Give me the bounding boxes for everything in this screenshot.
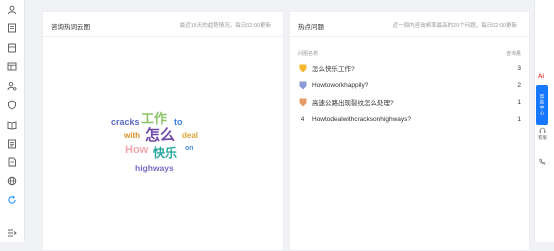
customer-service-label: 客服 (538, 135, 547, 140)
shield-icon[interactable] (7, 100, 17, 110)
question-text: 高速公路出现裂纹怎么处理? (312, 100, 394, 107)
cloud-word: with (124, 131, 140, 140)
bronze-medal-icon (298, 98, 307, 107)
cloud-word: 怎么 (145, 127, 176, 144)
gold-medal-icon (298, 64, 307, 73)
left-sidebar (0, 0, 25, 242)
user-settings-icon[interactable] (7, 81, 17, 91)
hot-questions-title: 热点问题 (298, 24, 324, 31)
column-header-question: 问题名称 (298, 51, 319, 57)
headset-icon (539, 127, 546, 133)
cloud-word: How (125, 144, 149, 156)
hot-questions-card: 热点问题 近一周内咨询频率最高的20个问题，每日02:00更新 问题名称 咨询量… (289, 11, 530, 251)
refresh-icon[interactable] (7, 195, 17, 205)
cloud-word: highways (135, 163, 174, 173)
cloud-word: deal (182, 131, 199, 140)
table-row[interactable]: 4 Howtodealwithcracksonhighways? 1 (298, 113, 521, 125)
wordcloud-title: 咨询热词云图 (51, 24, 90, 31)
hot-questions-subtitle: 近一周内咨询频率最高的20个问题，每日02:00更新 (392, 23, 517, 29)
table-row[interactable]: Howtoworkhappily? 2 (298, 79, 521, 91)
wordcloud-subtitle: 最近15天的趋势情况，每日02:00更新 (179, 23, 271, 29)
help-center-button[interactable]: 帮助中心 (536, 85, 548, 125)
card-divider (43, 36, 283, 37)
table-row[interactable]: 高速公路出现裂纹怎么处理? 1 (298, 96, 521, 108)
rank-number: 4 (300, 115, 305, 123)
list-icon[interactable] (7, 139, 17, 149)
cloud-word: to (174, 117, 183, 127)
question-count: 1 (517, 98, 521, 106)
calendar-icon[interactable] (7, 61, 17, 71)
cloud-word: 工作 (141, 111, 168, 126)
book-open-icon[interactable] (7, 120, 17, 130)
globe-icon[interactable] (7, 176, 17, 186)
document-icon[interactable] (7, 43, 17, 53)
person-icon[interactable] (7, 5, 17, 15)
question-count: 2 (517, 81, 521, 89)
phone-icon (539, 158, 546, 165)
expand-icon[interactable] (7, 228, 17, 238)
cloud-word: cracks (111, 117, 140, 127)
question-text: Howtoworkhappily? (312, 81, 369, 89)
question-count: 3 (517, 64, 521, 72)
question-text: 怎么快乐工作? (312, 66, 355, 73)
card-divider (290, 36, 529, 37)
silver-medal-icon (298, 81, 307, 90)
cloud-word: 快乐 (153, 146, 178, 160)
book-icon[interactable] (7, 23, 17, 33)
wordcloud-card: 咨询热词云图 最近15天的趋势情况，每日02:00更新 cracks 工作 to… (42, 11, 284, 251)
table-row[interactable]: 怎么快乐工作? 3 (298, 62, 521, 74)
file-icon[interactable] (7, 157, 17, 167)
cloud-word: on (185, 145, 194, 152)
phone-button[interactable] (536, 158, 549, 166)
question-text: Howtodealwithcracksonhighways? (312, 115, 411, 123)
customer-service-button[interactable]: 客服 (536, 127, 549, 141)
question-count: 1 (517, 115, 521, 123)
ai-assistant-icon[interactable]: Ai (538, 74, 544, 80)
column-header-count: 咨询量 (505, 51, 521, 57)
